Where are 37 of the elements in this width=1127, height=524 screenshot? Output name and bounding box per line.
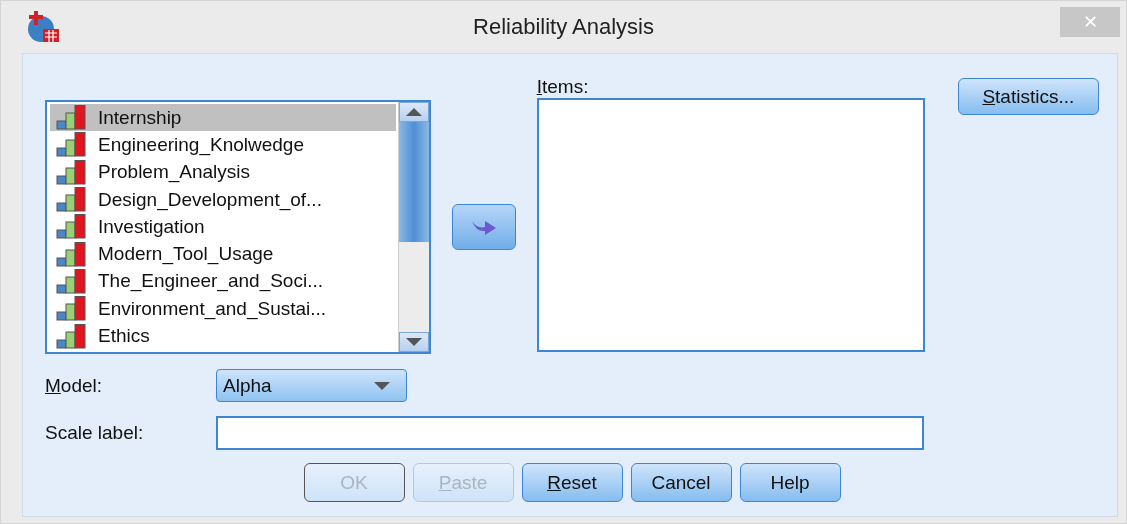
items-label: Items: bbox=[536, 76, 590, 98]
variable-label: The_Engineer_and_Soci... bbox=[98, 270, 323, 293]
scroll-thumb[interactable] bbox=[399, 122, 430, 242]
model-dropdown[interactable]: Alpha bbox=[216, 369, 407, 402]
variable-label: Engineering_Knolwedge bbox=[98, 133, 304, 156]
variable-item[interactable]: Modern_Tool_Usage bbox=[50, 240, 397, 268]
variable-label: Investigation bbox=[98, 215, 205, 238]
items-list[interactable] bbox=[536, 98, 925, 352]
scrollbar[interactable] bbox=[398, 102, 430, 352]
dropdown-caret-icon bbox=[372, 380, 392, 391]
variable-label: Ethics bbox=[98, 325, 150, 347]
scale-label: Scale label: bbox=[45, 422, 145, 444]
variable-item[interactable]: Design_Development_of... bbox=[50, 185, 397, 214]
variable-label: Design_Development_of... bbox=[98, 188, 322, 211]
scroll-up-icon[interactable] bbox=[399, 102, 430, 122]
variable-item[interactable]: Ethics bbox=[50, 322, 397, 350]
dialog-button[interactable]: Reset bbox=[521, 463, 623, 502]
app-icon bbox=[25, 11, 61, 43]
scale-label-field[interactable] bbox=[216, 416, 924, 450]
variable-label: Environment_and_Sustai... bbox=[98, 297, 327, 320]
variable-item[interactable]: Engineering_Knolwedge bbox=[50, 131, 397, 159]
variable-item[interactable]: Problem_Analysis bbox=[50, 158, 397, 186]
variable-list[interactable]: Internship Engineering_Knolwedge Problem_Analysis Design_Development_of... Investigation Modern_Tool_Usage The_Engineer_and_Soci... Environment_and_Sustai... Ethics bbox=[45, 100, 432, 354]
variable-label: Modern_Tool_Usage bbox=[98, 243, 274, 266]
variable-label: Problem_Analysis bbox=[98, 161, 251, 184]
variable-item[interactable]: Environment_and_Sustai... bbox=[50, 295, 397, 323]
model-label: Model: bbox=[45, 374, 104, 397]
move-button[interactable] bbox=[451, 204, 516, 250]
scroll-down-icon[interactable] bbox=[399, 332, 430, 352]
variable-item[interactable]: Internship bbox=[50, 104, 397, 132]
variable-label: Internship bbox=[98, 106, 182, 129]
dialog-button[interactable]: Cancel bbox=[630, 463, 732, 502]
variable-item[interactable]: The_Engineer_and_Soci... bbox=[50, 267, 397, 296]
statistics-button[interactable]: Statistics... bbox=[957, 78, 1099, 115]
window-title: Reliability Analysis bbox=[472, 14, 655, 40]
dialog-button[interactable]: Help bbox=[739, 463, 841, 502]
variable-item[interactable]: Investigation bbox=[50, 213, 397, 241]
